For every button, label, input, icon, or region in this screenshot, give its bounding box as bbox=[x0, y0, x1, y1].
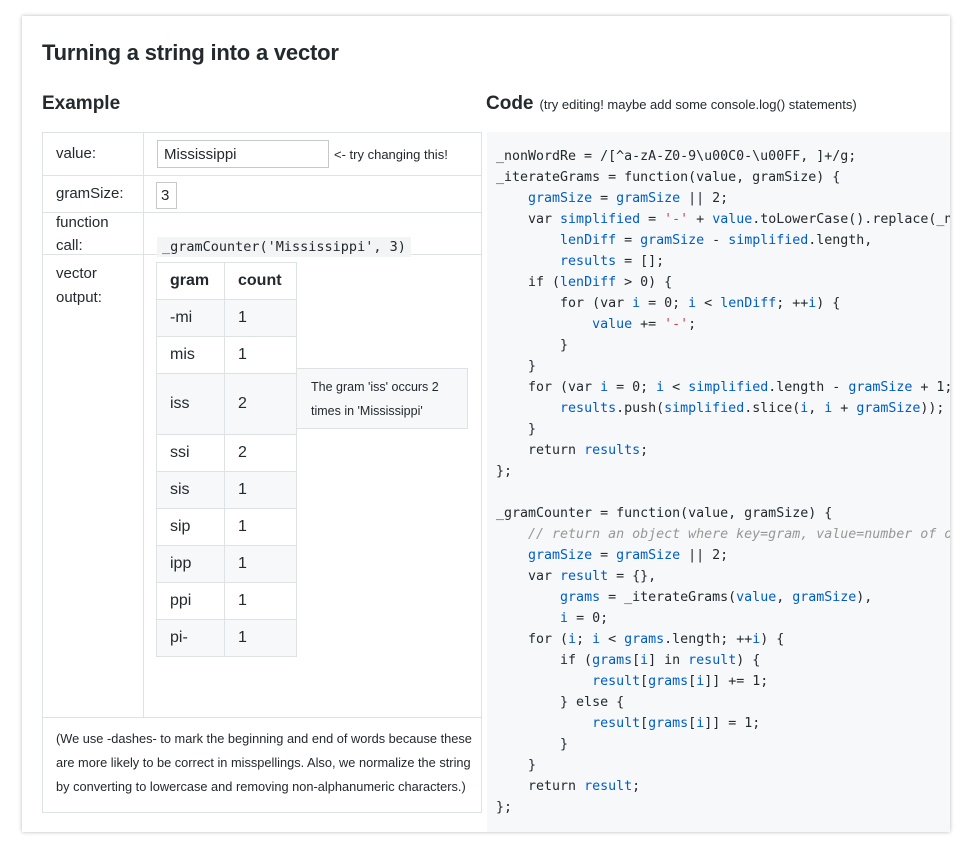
table-row[interactable]: -mi 1 bbox=[156, 299, 297, 337]
call-label-cell: function call: bbox=[43, 213, 144, 254]
count-cell: 1 bbox=[224, 582, 297, 620]
call-row: function call: _gramCounter('Mississippi… bbox=[43, 213, 481, 257]
gramsize-row: gramSize: bbox=[43, 176, 481, 213]
function-call-code: _gramCounter('Mississippi', 3) bbox=[157, 237, 411, 257]
count-cell: 1 bbox=[224, 471, 297, 509]
output-label-cell: vector output: bbox=[43, 255, 144, 717]
code-heading: Code (try editing! maybe add some console… bbox=[486, 93, 857, 115]
gram-header: gram bbox=[156, 262, 225, 300]
code-editor[interactable]: _nonWordRe = /[^a-zA-Z0-9\u00C0-\u00FF, … bbox=[487, 132, 950, 832]
vector-table-header: gram count bbox=[156, 262, 297, 300]
gram-cell: ssi bbox=[156, 434, 225, 472]
example-heading: Example bbox=[42, 93, 121, 114]
call-label-line1: function bbox=[56, 214, 109, 231]
gram-cell: sip bbox=[156, 508, 225, 546]
gram-cell: sis bbox=[156, 471, 225, 509]
gram-tooltip: The gram 'iss' occurs 2 times in 'Missis… bbox=[296, 368, 468, 429]
value-label-cell: value: bbox=[43, 133, 144, 175]
output-row: vector output: gram count -mi 1 mis 1 iss 2… bbox=[43, 255, 481, 718]
gramsize-input[interactable] bbox=[156, 182, 177, 209]
count-cell: 2 bbox=[224, 434, 297, 472]
gram-cell: pi- bbox=[156, 619, 225, 657]
gramsize-label-cell: gramSize: bbox=[43, 176, 144, 212]
value-hint: <- try changing this! bbox=[334, 147, 448, 162]
gram-cell: ppi bbox=[156, 582, 225, 620]
table-row[interactable]: ssi 2 bbox=[156, 434, 297, 472]
output-label-line1: vector bbox=[56, 265, 97, 282]
tooltip-line1: The gram 'iss' occurs 2 bbox=[311, 380, 439, 394]
count-cell: 1 bbox=[224, 299, 297, 337]
example-table: value: <- try changing this! gramSize: f… bbox=[42, 132, 482, 813]
tooltip-line2: times in 'Mississippi' bbox=[311, 404, 423, 418]
gram-cell: -mi bbox=[156, 299, 225, 337]
table-row[interactable]: sis 1 bbox=[156, 471, 297, 509]
explanation-note: (We use -dashes- to mark the beginning a… bbox=[56, 731, 472, 794]
output-label-line2: output: bbox=[56, 289, 102, 306]
gram-cell: iss bbox=[156, 373, 225, 435]
count-cell: 1 bbox=[224, 545, 297, 583]
count-cell: 1 bbox=[224, 508, 297, 546]
table-row[interactable]: sip 1 bbox=[156, 508, 297, 546]
page-title: Turning a string into a vector bbox=[42, 40, 339, 65]
gram-cell: ipp bbox=[156, 545, 225, 583]
count-cell: 1 bbox=[224, 619, 297, 657]
count-cell: 1 bbox=[224, 336, 297, 374]
gram-cell: mis bbox=[156, 336, 225, 374]
code-subheading: (try editing! maybe add some console.log… bbox=[539, 97, 857, 112]
table-row[interactable]: ipp 1 bbox=[156, 545, 297, 583]
value-input[interactable] bbox=[157, 140, 329, 168]
code-text[interactable]: _nonWordRe = /[^a-zA-Z0-9\u00C0-\u00FF, … bbox=[496, 146, 950, 818]
vector-table: gram count -mi 1 mis 1 iss 2 ssi 2 sis 1 sip 1… bbox=[156, 262, 297, 657]
value-row: value: <- try changing this! bbox=[43, 133, 481, 176]
count-cell: 2 bbox=[224, 373, 297, 435]
code-heading-text: Code bbox=[486, 93, 534, 114]
table-row[interactable]: iss 2 bbox=[156, 373, 297, 435]
table-row[interactable]: pi- 1 bbox=[156, 619, 297, 657]
value-label: value: bbox=[56, 145, 97, 162]
table-row[interactable]: ppi 1 bbox=[156, 582, 297, 620]
gramsize-label: gramSize: bbox=[56, 185, 124, 202]
table-row[interactable]: mis 1 bbox=[156, 336, 297, 374]
count-header: count bbox=[224, 262, 297, 300]
demo-card: Turning a string into a vector Example C… bbox=[22, 16, 950, 832]
note-row: (We use -dashes- to mark the beginning a… bbox=[43, 718, 481, 813]
